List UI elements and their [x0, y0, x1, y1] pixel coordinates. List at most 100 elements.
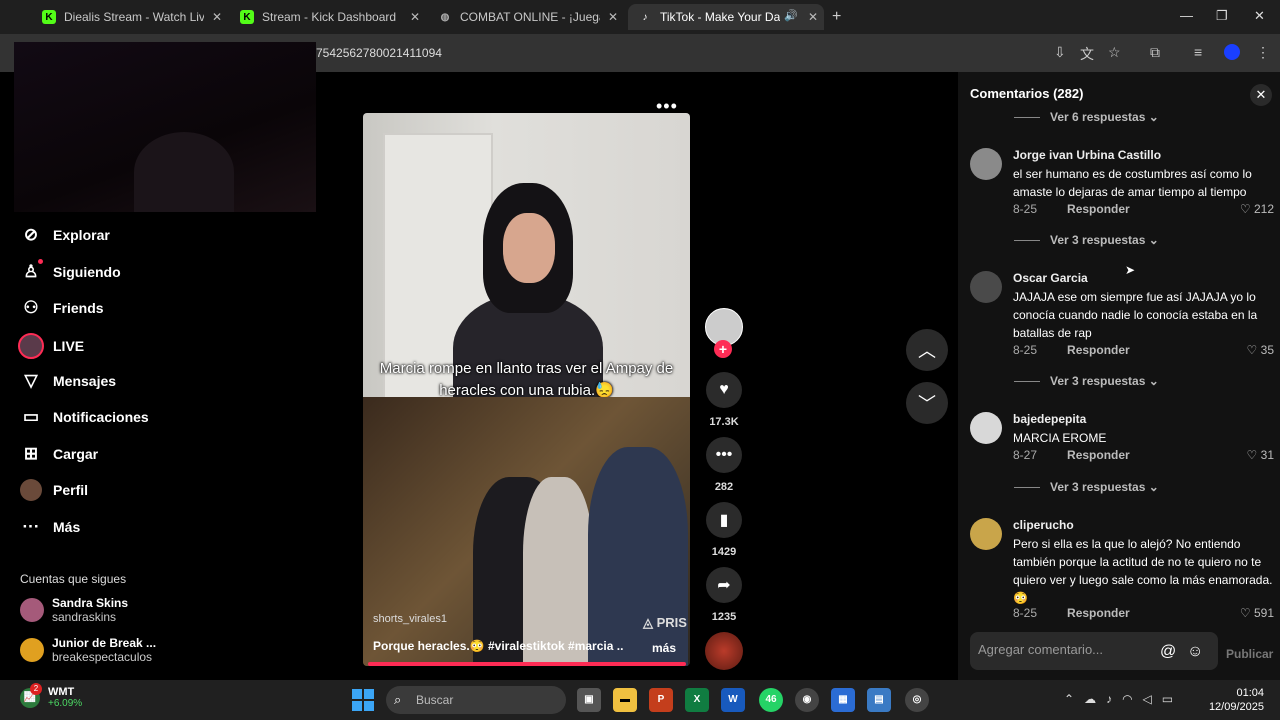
bookmark-star-icon[interactable]: ☆	[1108, 44, 1121, 61]
post-comment-button[interactable]: Publicar	[1226, 647, 1273, 661]
avatar[interactable]	[970, 148, 1002, 180]
avatar[interactable]	[970, 518, 1002, 550]
overlay-brand: ◬ PRIS	[643, 615, 687, 630]
comment-like-button[interactable]: ♡ 31	[1247, 448, 1274, 462]
sidebar-item-friends[interactable]: ⚇ Friends	[20, 297, 103, 319]
more-link[interactable]: más	[652, 641, 676, 655]
task-view-icon[interactable]: ▣	[577, 688, 601, 712]
extensions-icon[interactable]: ⧉	[1150, 44, 1160, 61]
app-icon[interactable]: ▤	[867, 688, 891, 712]
sidebar-item-mensajes[interactable]: ▽ Mensajes	[20, 370, 116, 392]
followed-account[interactable]: Sandra Skins sandraskins	[20, 596, 128, 624]
like-button[interactable]: ♥ 17.3K	[704, 372, 744, 428]
avatar	[20, 638, 44, 662]
reply-button[interactable]: Responder	[1067, 448, 1130, 462]
avatar[interactable]	[970, 271, 1002, 303]
whatsapp-icon[interactable]: 46	[759, 688, 783, 712]
comment-text: JAJAJA ese om siempre fue así JAJAJA yo …	[1013, 290, 1258, 340]
chrome-icon[interactable]: ◉	[795, 688, 819, 712]
close-tab-icon[interactable]: ✕	[808, 10, 818, 24]
replies-label: Ver 3 respuestas	[1050, 480, 1146, 494]
close-tab-icon[interactable]: ✕	[410, 10, 420, 24]
comment-username[interactable]: Jorge ivan Urbina Castillo	[1013, 148, 1161, 162]
view-replies-link[interactable]: Ver 3 respuestas ⌄	[1014, 374, 1159, 388]
minimize-button[interactable]: —	[1180, 8, 1193, 23]
comment-username[interactable]: bajedepepita	[1013, 412, 1086, 426]
sidebar-item-explorar[interactable]: ⊘ Explorar	[20, 224, 110, 246]
stock-widget[interactable]: 📈 2 WMT +6.09%	[20, 682, 82, 709]
close-icon: ✕	[1255, 87, 1267, 102]
excel-icon[interactable]: X	[685, 688, 709, 712]
sidebar-item-mas[interactable]: ··· Más	[20, 516, 81, 538]
sidebar-item-label: Perfil	[53, 482, 89, 498]
comment-like-button[interactable]: ♡ 35	[1247, 343, 1274, 357]
view-replies-link[interactable]: Ver 3 respuestas ⌄	[1014, 233, 1159, 247]
video-progress-bar[interactable]	[368, 662, 686, 666]
close-tab-icon[interactable]: ✕	[212, 10, 222, 24]
avatar[interactable]	[970, 412, 1002, 444]
word-icon[interactable]: W	[721, 688, 745, 712]
start-button[interactable]	[352, 689, 374, 711]
close-window-button[interactable]: ✕	[1254, 8, 1265, 24]
previous-video-button[interactable]: ︿	[906, 329, 948, 371]
windows-logo-tile	[352, 701, 362, 711]
tiktok-icon: ♪	[642, 11, 648, 23]
comment-like-button[interactable]: ♡ 591	[1240, 606, 1274, 620]
media-control-icon[interactable]: ≡	[1194, 44, 1202, 60]
obs-icon[interactable]: ◎	[905, 688, 929, 712]
comment-input[interactable]: Agregar comentario...	[970, 632, 1218, 670]
overlay-brand-text: PRIS	[656, 615, 687, 630]
sidebar-item-notificaciones[interactable]: ▭ Notificaciones	[20, 406, 149, 428]
speaker-icon[interactable]: 🔊	[784, 9, 798, 22]
tab-combat-online[interactable]: ◍ COMBAT ONLINE - ¡Juega Gratis ✕	[428, 4, 624, 30]
sound-disc-icon[interactable]	[705, 632, 743, 670]
system-tray[interactable]: ⌃☁♪◠◁▭	[1064, 692, 1183, 706]
reply-button[interactable]: Responder	[1067, 343, 1130, 357]
taskbar-search[interactable]: ⌕ Buscar	[386, 686, 566, 714]
new-tab-button[interactable]: +	[832, 8, 841, 26]
view-replies-link[interactable]: Ver 3 respuestas ⌄	[1014, 480, 1159, 494]
sidebar-item-live[interactable]: LIVE	[18, 333, 84, 359]
comment-button[interactable]: ••• 282	[704, 437, 744, 493]
comment-username[interactable]: Oscar Garcia	[1013, 271, 1088, 285]
heart-icon: ♥	[706, 372, 742, 408]
emoji-icon[interactable]: ☺	[1187, 643, 1203, 661]
replies-label: Ver 3 respuestas	[1050, 233, 1146, 247]
profile-icon	[20, 479, 42, 501]
reply-button[interactable]: Responder	[1067, 202, 1130, 216]
heart-outline-icon: ♡	[1239, 202, 1251, 216]
clock[interactable]: 01:04 12/09/2025	[1204, 686, 1264, 714]
maximize-button[interactable]: ❐	[1216, 8, 1228, 24]
search-icon: ⌕	[394, 692, 402, 707]
profile-avatar[interactable]	[1224, 44, 1240, 60]
translate-icon[interactable]: 文	[1080, 44, 1094, 64]
store-icon[interactable]: ▦	[831, 688, 855, 712]
mention-icon[interactable]: @	[1160, 643, 1176, 661]
tab-diealis-stream[interactable]: K Diealis Stream - Watch Live on K ✕	[32, 4, 228, 30]
save-button[interactable]: ▮ 1429	[704, 502, 744, 558]
follow-button[interactable]: +	[714, 340, 732, 358]
comment-username[interactable]: cliperucho	[1013, 518, 1074, 532]
sidebar-item-perfil[interactable]: Perfil	[20, 479, 88, 501]
tab-kick-dashboard[interactable]: K Stream - Kick Dashboard ✕	[230, 4, 426, 30]
sidebar-item-siguiendo[interactable]: ♙ Siguiendo	[20, 259, 121, 283]
install-app-icon[interactable]: ⇩	[1054, 44, 1066, 61]
comment-text: el ser humano es de costumbres así como …	[1013, 167, 1252, 199]
tab-tiktok[interactable]: ♪ TikTok - Make Your Day 🔊 ✕	[628, 4, 824, 30]
followed-account[interactable]: Junior de Break ... breakespectaculos	[20, 636, 156, 664]
video-player[interactable]: Marcia rompe en llanto tras ver el Ampay…	[363, 113, 690, 666]
comment-like-button[interactable]: ♡ 212	[1240, 202, 1274, 216]
view-replies-link[interactable]: Ver 6 respuestas ⌄	[1014, 110, 1159, 124]
video-frame-top: Marcia rompe en llanto tras ver el Ampay…	[363, 113, 690, 403]
sidebar-item-cargar[interactable]: ⊞ Cargar	[20, 443, 98, 465]
menu-kebab-icon[interactable]: ⋮	[1256, 44, 1270, 61]
file-explorer-icon[interactable]: ▬	[613, 688, 637, 712]
next-video-button[interactable]: ﹀	[906, 382, 948, 424]
url-text[interactable]: 7542562780021411094	[316, 46, 442, 60]
powerpoint-icon[interactable]: P	[649, 688, 673, 712]
close-tab-icon[interactable]: ✕	[608, 10, 618, 24]
reply-button[interactable]: Responder	[1067, 606, 1130, 620]
share-button[interactable]: ➦ 1235	[704, 567, 744, 623]
bookmark-icon: ▮	[706, 502, 742, 538]
close-comments-button[interactable]: ✕	[1250, 84, 1272, 106]
